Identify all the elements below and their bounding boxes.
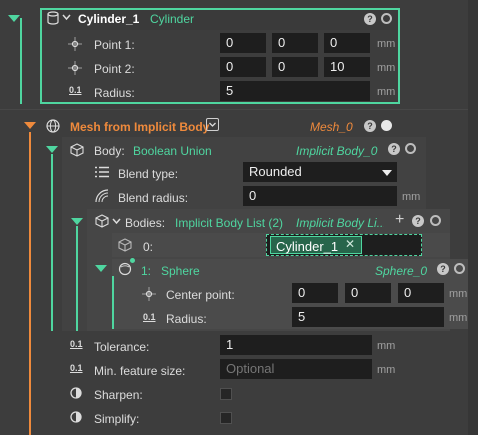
collapse-arrow[interactable] [71, 218, 83, 225]
radius-input[interactable]: 5 [220, 81, 370, 101]
blend-radius-input[interactable]: 0 [243, 186, 397, 206]
sphere-radius-input[interactable]: 5 [292, 307, 444, 327]
scale-value-icon: 0.1 [69, 85, 82, 95]
sphere-radius-label: Radius: [166, 312, 207, 326]
radius-unit: mm [377, 86, 396, 98]
scale-value-icon: 0.1 [143, 312, 156, 322]
collapse-arrow[interactable] [8, 15, 20, 22]
help-icon[interactable]: ? [364, 13, 376, 25]
blend-type-value: Rounded [249, 164, 302, 179]
tolerance-label: Tolerance: [94, 340, 150, 354]
cube-list-icon [118, 238, 132, 252]
center-unit: mm [449, 288, 468, 300]
list-item-index: 0: [143, 240, 154, 254]
scale-value-icon: 0.1 [70, 363, 83, 373]
contrast-icon [70, 387, 82, 399]
sphere-name[interactable]: Sphere [161, 264, 200, 278]
point1-label: Point 1: [94, 38, 135, 52]
reference-tag-label: Cylinder_1 [276, 239, 339, 254]
blend-type-select[interactable]: Rounded [243, 162, 397, 182]
tolerance-unit: mm [377, 340, 396, 352]
chevron-down-icon[interactable] [206, 118, 219, 131]
sphere-output: Sphere_0 [375, 264, 428, 278]
body-tree-line [51, 154, 53, 331]
center-y-input[interactable]: 0 [345, 283, 391, 303]
center-x-input[interactable]: 0 [292, 283, 338, 303]
cylinder-name[interactable]: Cylinder_1 [78, 12, 139, 26]
point2-y-input[interactable]: 0 [272, 57, 318, 77]
blend-radius-unit: mm [402, 191, 421, 203]
min-feature-label: Min. feature size: [94, 364, 186, 378]
sphere-icon [118, 262, 132, 276]
body-output: Implicit Body_0 [296, 144, 378, 158]
dropdown-arrow-icon[interactable] [382, 170, 392, 176]
help-icon[interactable]: ? [412, 215, 424, 227]
cylinder-tree-line [20, 18, 22, 104]
collapse-arrow[interactable] [24, 122, 36, 129]
point2-x-input[interactable]: 0 [220, 57, 266, 77]
mesh-title[interactable]: Mesh from Implicit Body [70, 120, 209, 134]
chevron-down-icon[interactable] [112, 218, 121, 225]
cube-list-icon [95, 214, 109, 228]
blend-radius-label: Blend radius: [118, 191, 189, 205]
center-point-label: Center point: [166, 288, 235, 302]
bodies-tree-line [76, 226, 78, 331]
sphere-tree-line [112, 276, 114, 329]
help-icon[interactable]: ? [388, 143, 400, 155]
help-icon[interactable]: ? [364, 120, 376, 132]
scrollbar[interactable] [468, 0, 478, 435]
point-icon [68, 37, 82, 51]
collapse-arrow[interactable] [95, 265, 107, 272]
cylinder-type: Cylinder [150, 12, 195, 26]
active-indicator-dot [130, 258, 135, 263]
body-value[interactable]: Boolean Union [133, 144, 212, 158]
chevron-down-icon[interactable] [62, 14, 71, 21]
blend-type-label: Blend type: [118, 167, 179, 181]
blend-radius-icon [95, 189, 109, 203]
globe-icon [46, 119, 60, 133]
tolerance-input[interactable]: 1 [220, 335, 372, 355]
point2-z-input[interactable]: 10 [324, 57, 370, 77]
bodies-value[interactable]: Implicit Body List (2) [175, 216, 283, 230]
sharpen-label: Sharpen: [94, 388, 143, 402]
point2-unit: mm [377, 62, 396, 74]
sphere-index: 1: [141, 264, 152, 278]
mesh-tree-line [29, 132, 31, 435]
center-z-input[interactable]: 0 [398, 283, 444, 303]
scale-value-icon: 0.1 [70, 339, 83, 349]
point1-z-input[interactable]: 0 [324, 33, 370, 53]
bodies-output: Implicit Body Li... [296, 216, 384, 230]
sharpen-checkbox[interactable] [220, 388, 232, 400]
min-feature-input[interactable] [220, 359, 372, 379]
help-icon[interactable]: ? [437, 263, 449, 275]
point1-y-input[interactable]: 0 [272, 33, 318, 53]
point1-x-input[interactable]: 0 [220, 33, 266, 53]
list-icon [95, 166, 109, 178]
remove-tag-icon[interactable]: ✕ [345, 237, 355, 251]
point-icon [142, 287, 156, 301]
mesh-output: Mesh_0 [310, 120, 353, 134]
collapse-arrow[interactable] [46, 146, 58, 153]
contrast-icon [70, 411, 82, 423]
point-icon [68, 61, 82, 75]
body-label: Body: [94, 144, 125, 158]
simplify-label: Simplify: [94, 412, 140, 426]
simplify-checkbox[interactable] [220, 412, 232, 424]
point2-label: Point 2: [94, 62, 135, 76]
visibility-ring-icon[interactable] [405, 143, 416, 154]
point1-unit: mm [377, 38, 396, 50]
bodies-label: Bodies: [125, 216, 166, 230]
radius-label: Radius: [94, 86, 135, 100]
cube-icon [70, 143, 84, 157]
min-feature-unit: mm [377, 364, 396, 376]
visibility-ring-icon[interactable] [454, 263, 465, 274]
visibility-ring-icon[interactable] [381, 13, 392, 24]
sphere-radius-unit: mm [449, 312, 468, 324]
cylinder-icon [47, 11, 59, 25]
visibility-ring-icon[interactable] [430, 215, 441, 226]
divider [0, 109, 478, 110]
add-icon[interactable]: + [395, 211, 404, 229]
visibility-dot-icon[interactable] [381, 120, 392, 131]
